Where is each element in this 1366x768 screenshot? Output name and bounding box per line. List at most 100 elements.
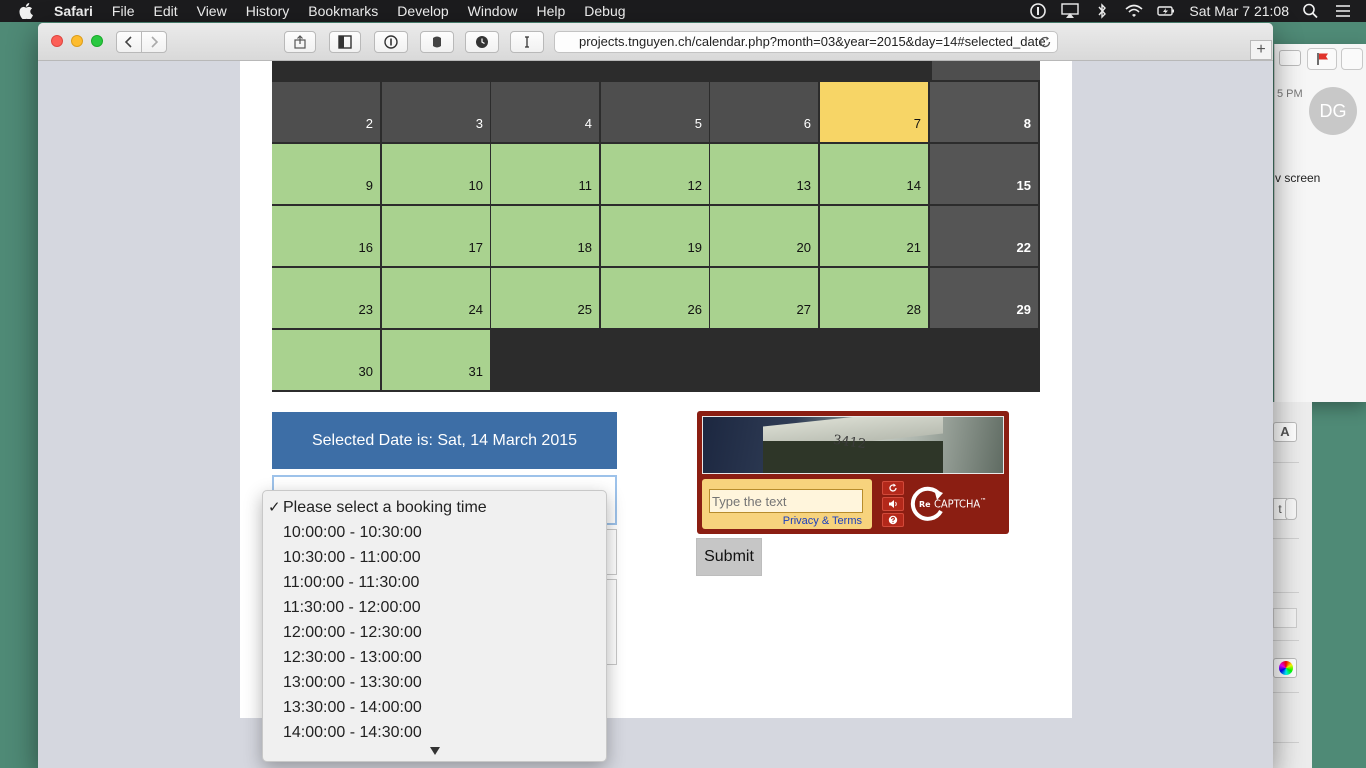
wifi-icon[interactable] xyxy=(1125,3,1143,19)
notification-center-icon[interactable] xyxy=(1334,3,1352,19)
calendar-day-cell[interactable]: 16 xyxy=(272,206,380,266)
new-tab-button[interactable]: + xyxy=(1250,40,1272,60)
scroll-down-arrow-icon[interactable] xyxy=(429,746,441,756)
window-zoom-button[interactable] xyxy=(91,35,103,47)
recaptcha-widget: 3412 Privacy & Terms xyxy=(697,411,1009,534)
calendar-day-cell[interactable]: 13 xyxy=(710,144,818,204)
window-close-button[interactable] xyxy=(51,35,63,47)
recaptcha-brand-text: CAPTCHA xyxy=(934,497,981,511)
booking-time-option-label: 11:30:00 - 12:00:00 xyxy=(283,599,421,616)
recaptcha-logo: Re CAPTCHA™ xyxy=(910,483,1000,523)
apple-menu-icon[interactable] xyxy=(19,3,33,19)
recaptcha-prefix: Re xyxy=(919,500,931,509)
booking-time-option[interactable]: 11:00:00 - 11:30:00 xyxy=(263,570,608,595)
print-icon[interactable] xyxy=(1279,50,1301,66)
calendar-day-cell[interactable]: 21 xyxy=(820,206,928,266)
flag-button[interactable] xyxy=(1307,48,1337,70)
menu-app-name[interactable]: Safari xyxy=(54,3,93,19)
booking-time-option[interactable]: 10:30:00 - 11:00:00 xyxy=(263,545,608,570)
captcha-refresh-button[interactable] xyxy=(882,481,904,495)
calendar-day-cell[interactable]: 17 xyxy=(382,206,490,266)
calendar-day-cell[interactable]: 10 xyxy=(382,144,490,204)
booking-time-option-label: 14:00:00 - 14:30:00 xyxy=(283,724,422,741)
color-wheel-icon xyxy=(1279,661,1293,675)
window-minimize-button[interactable] xyxy=(71,35,83,47)
calendar-day-cell[interactable]: 26 xyxy=(601,268,709,328)
text-cursor-button[interactable] xyxy=(510,31,544,53)
captcha-help-button[interactable] xyxy=(882,513,904,527)
menu-help[interactable]: Help xyxy=(536,3,565,19)
booking-time-option-label: 10:00:00 - 10:30:00 xyxy=(283,524,422,541)
calendar-day-cell[interactable]: 23 xyxy=(272,268,380,328)
clock-icon xyxy=(476,36,488,48)
calendar-day-cell[interactable]: 11 xyxy=(491,144,599,204)
airplay-icon[interactable] xyxy=(1061,3,1080,19)
captcha-audio-button[interactable] xyxy=(882,497,904,511)
password-manager-icon[interactable] xyxy=(1029,3,1047,19)
size-stepper[interactable] xyxy=(1285,498,1297,520)
booking-time-option-label: 13:30:00 - 14:00:00 xyxy=(283,699,422,716)
calendar-day-cell: 22 xyxy=(930,206,1038,266)
password-extension-button[interactable] xyxy=(374,31,408,53)
recaptcha-trademark: ™ xyxy=(980,497,987,505)
calendar-day-cell[interactable]: 20 xyxy=(710,206,818,266)
calendar-day-cell[interactable]: 12 xyxy=(601,144,709,204)
evernote-button[interactable] xyxy=(420,31,454,53)
forward-button[interactable] xyxy=(141,31,167,53)
menu-debug[interactable]: Debug xyxy=(584,3,625,19)
booking-time-option[interactable]: 11:30:00 - 12:00:00 xyxy=(263,595,608,620)
reload-icon[interactable] xyxy=(1038,35,1052,49)
booking-time-option[interactable]: 13:30:00 - 14:00:00 xyxy=(263,695,608,720)
booking-time-option[interactable]: 12:30:00 - 13:00:00 xyxy=(263,645,608,670)
booking-time-option[interactable]: 14:00:00 - 14:30:00 xyxy=(263,720,608,745)
menu-view[interactable]: View xyxy=(197,3,227,19)
chevron-right-icon xyxy=(151,36,159,48)
menu-window[interactable]: Window xyxy=(468,3,518,19)
calendar-day-cell[interactable]: 19 xyxy=(601,206,709,266)
calendar-day-cell[interactable]: 28 xyxy=(820,268,928,328)
back-button[interactable] xyxy=(116,31,142,53)
share-button[interactable] xyxy=(284,31,316,53)
calendar-day-cell[interactable]: 27 xyxy=(710,268,818,328)
menu-file[interactable]: File xyxy=(112,3,135,19)
font-style-button[interactable]: A xyxy=(1273,422,1297,442)
background-mail-window[interactable]: 5 PM DG v screen xyxy=(1274,44,1366,402)
status-area: Sat Mar 7 21:08 xyxy=(1029,0,1366,22)
menu-bookmarks[interactable]: Bookmarks xyxy=(308,3,378,19)
address-bar[interactable]: projects.tnguyen.ch/calendar.php?month=0… xyxy=(554,31,1058,53)
calendar-day-cell: 6 xyxy=(710,82,818,142)
calendar-day-cell[interactable]: 30 xyxy=(272,330,380,390)
menubar-clock[interactable]: Sat Mar 7 21:08 xyxy=(1189,3,1289,19)
battery-charging-icon[interactable] xyxy=(1157,3,1175,19)
calendar-day-cell[interactable]: 25 xyxy=(491,268,599,328)
calendar-day-cell[interactable]: 9 xyxy=(272,144,380,204)
color-picker-button[interactable] xyxy=(1273,658,1297,678)
menu-edit[interactable]: Edit xyxy=(153,3,177,19)
calendar-grid: 2 3 4 5 6 7 8 9 10 11 12 13 14 15 16 17 18 19 20 21 22 23 24 25… xyxy=(272,61,1040,392)
calendar-day-cell[interactable]: 31 xyxy=(382,330,490,390)
booking-time-option[interactable]: 13:00:00 - 13:30:00 xyxy=(263,670,608,695)
history-button[interactable] xyxy=(465,31,499,53)
booking-time-option[interactable]: 10:00:00 - 10:30:00 xyxy=(263,520,608,545)
calendar-day-cell: 5 xyxy=(601,82,709,142)
spotlight-search-icon[interactable] xyxy=(1302,3,1320,19)
reader-icon xyxy=(338,35,352,49)
menu-develop[interactable]: Develop xyxy=(397,3,448,19)
bluetooth-icon[interactable] xyxy=(1093,3,1111,19)
captcha-controls xyxy=(882,481,904,527)
captcha-input[interactable] xyxy=(709,489,863,513)
grid-button[interactable] xyxy=(1273,608,1297,628)
submit-button[interactable]: Submit xyxy=(696,538,762,576)
calendar-day-cell[interactable]: 24 xyxy=(382,268,490,328)
divider xyxy=(1273,640,1299,641)
captcha-privacy-link[interactable]: Privacy & Terms xyxy=(783,515,862,527)
dropdown-button[interactable] xyxy=(1341,48,1363,70)
menu-history[interactable]: History xyxy=(246,3,290,19)
reader-button[interactable] xyxy=(329,31,361,53)
booking-time-option[interactable]: 12:00:00 - 12:30:00 xyxy=(263,620,608,645)
calendar-day-cell[interactable]: 18 xyxy=(491,206,599,266)
captcha-input-box: Privacy & Terms xyxy=(702,479,872,529)
calendar-day-cell[interactable]: 14 xyxy=(820,144,928,204)
booking-time-option-label: 12:00:00 - 12:30:00 xyxy=(283,624,422,641)
booking-time-placeholder-option[interactable]: ✓ Please select a booking time xyxy=(263,495,608,520)
